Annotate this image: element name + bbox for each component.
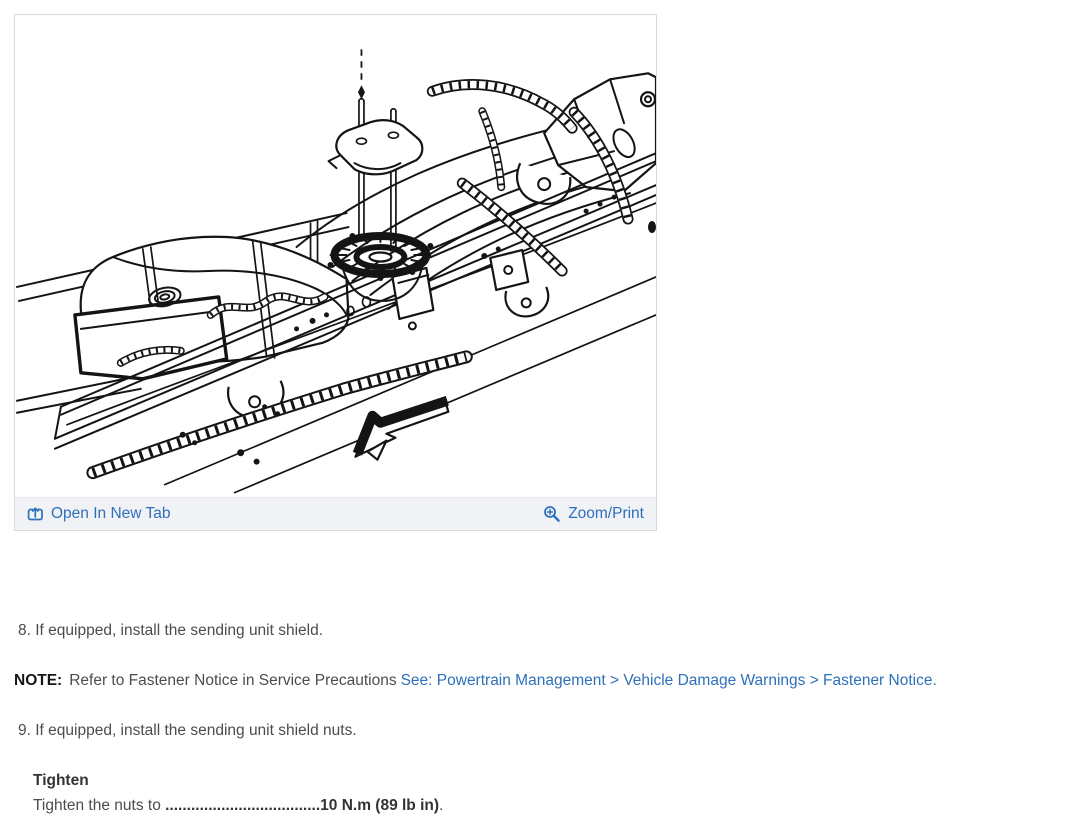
note-see-link[interactable]: See: Powertrain Management > Vehicle Dam…	[401, 672, 937, 689]
tighten-dots: ....................................	[165, 797, 321, 814]
note-text: Refer to Fastener Notice in Service Prec…	[69, 672, 397, 689]
diagram-figure	[15, 15, 656, 497]
step-8: 8. If equipped, install the sending unit…	[18, 622, 324, 639]
image-toolbar: Open In New Tab Zoom/Print	[15, 497, 656, 530]
tighten-spec-line: Tighten the nuts to ....................…	[33, 796, 443, 816]
tighten-value: 10 N.m (89 lb in)	[320, 797, 440, 814]
zoom-print-label: Zoom/Print	[568, 505, 644, 522]
tighten-suffix: .	[439, 797, 444, 814]
frame-kickup	[516, 72, 656, 205]
direction-arrow	[352, 396, 450, 461]
open-in-new-tab-label: Open In New Tab	[51, 505, 171, 522]
open-in-new-tab-icon	[27, 507, 43, 521]
note-label: NOTE:	[14, 672, 63, 689]
tighten-label: Tighten	[33, 772, 89, 789]
zoom-print-link[interactable]: Zoom/Print	[543, 505, 644, 523]
chassis-diagram	[15, 49, 656, 494]
fuel-tank	[73, 235, 350, 381]
zoom-in-icon	[544, 506, 560, 522]
note-line: NOTE: Refer to Fastener Notice in Service…	[14, 671, 937, 691]
image-panel: Open In New Tab Zoom/Print	[14, 14, 657, 531]
open-in-new-tab-link[interactable]: Open In New Tab	[27, 505, 170, 523]
shield-bracket	[327, 119, 424, 176]
tighten-prefix: Tighten the nuts to	[33, 797, 166, 814]
step-9: 9. If equipped, install the sending unit…	[18, 722, 357, 739]
